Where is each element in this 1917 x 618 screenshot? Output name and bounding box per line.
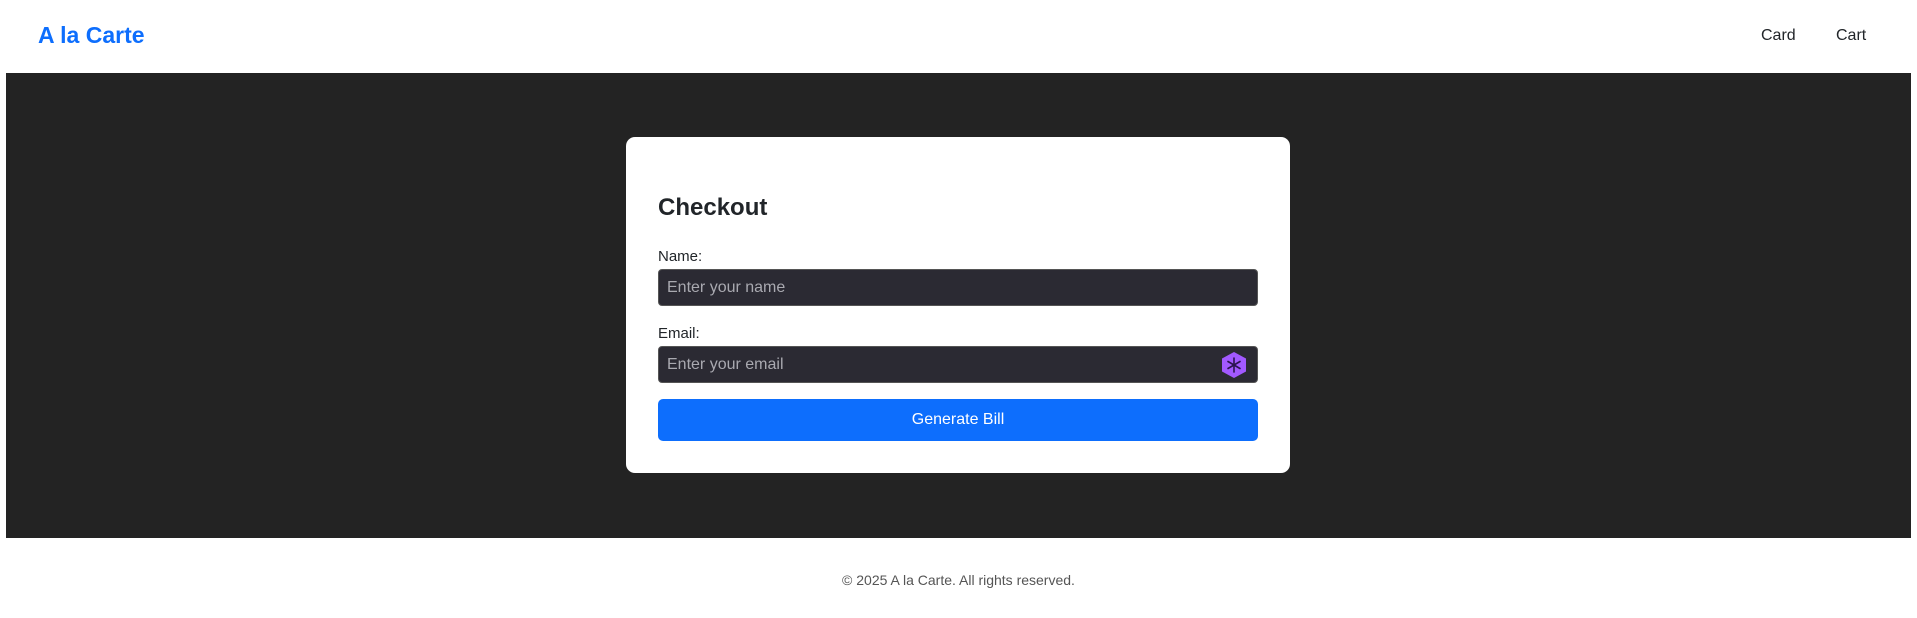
nav-link-card[interactable]: Card — [1761, 27, 1796, 45]
navbar: A la Carte Card Cart — [6, 0, 1911, 73]
email-input[interactable] — [658, 346, 1258, 383]
generate-bill-button[interactable]: Generate Bill — [658, 399, 1258, 441]
footer: © 2025 A la Carte. All rights reserved. — [6, 538, 1911, 618]
page-title: Checkout — [658, 194, 768, 221]
nav-link-cart[interactable]: Cart — [1836, 27, 1866, 45]
email-label: Email: — [658, 325, 700, 342]
checkout-card: Checkout Name: Email: Generate Bill — [626, 137, 1290, 473]
footer-copyright: © 2025 A la Carte. All rights reserved. — [842, 572, 1075, 588]
app-frame: A la Carte Card Cart Checkout Name: Emai… — [6, 0, 1911, 618]
name-input[interactable] — [658, 269, 1258, 306]
brand-logo[interactable]: A la Carte — [38, 22, 145, 49]
name-label: Name: — [658, 248, 703, 265]
